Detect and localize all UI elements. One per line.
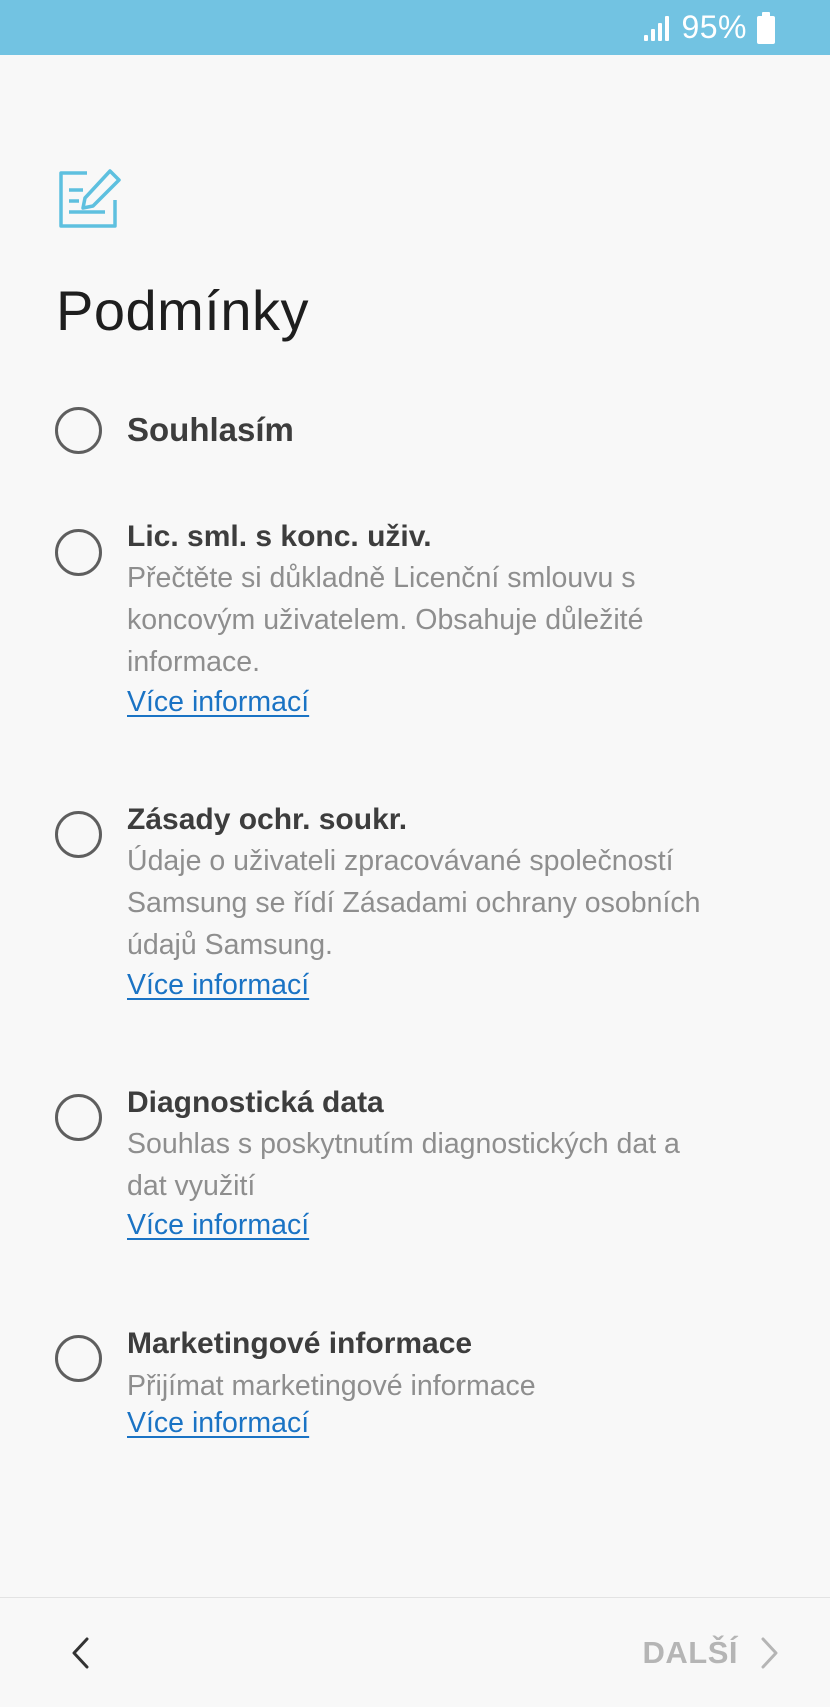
eula-title: Lic. sml. s konc. uživ. — [127, 520, 432, 553]
privacy-description: Údaje o uživateli zpracovávané společnos… — [127, 845, 701, 961]
privacy-more-info-link[interactable]: Více informací — [127, 969, 309, 1002]
marketing-radio[interactable] — [55, 1335, 102, 1382]
footer-divider — [0, 1597, 830, 1598]
next-label: DALŠÍ — [642, 1635, 738, 1670]
marketing-description: Přijímat marketingové informace — [127, 1370, 536, 1402]
marketing-title: Marketingové informace — [127, 1327, 473, 1360]
battery-percentage: 95% — [681, 9, 747, 45]
diagnostics-more-info-link[interactable]: Více informací — [127, 1209, 309, 1242]
battery-icon — [757, 11, 775, 44]
chevron-left-icon — [72, 1637, 89, 1669]
next-button[interactable]: DALŠÍ — [643, 1630, 781, 1676]
back-button[interactable] — [60, 1630, 100, 1676]
marketing-more-info-link[interactable]: Více informací — [127, 1407, 309, 1440]
diagnostics-radio[interactable] — [55, 1094, 102, 1141]
agree-all-label[interactable]: Souhlasím — [127, 411, 294, 449]
diagnostics-description: Souhlas s poskytnutím diagnostických dat… — [127, 1128, 680, 1202]
privacy-title: Zásady ochr. soukr. — [127, 803, 408, 836]
agree-all-radio[interactable] — [55, 407, 102, 454]
signal-icon — [644, 15, 670, 41]
privacy-radio[interactable] — [55, 811, 102, 858]
status-bar: 95% — [0, 0, 830, 55]
diagnostics-title: Diagnostická data — [127, 1086, 384, 1119]
terms-edit-icon — [59, 169, 121, 228]
eula-description: Přečtěte si důkladně Licenční smlouvu s … — [127, 562, 644, 678]
page-title: Podmínky — [56, 279, 309, 342]
chevron-right-icon — [761, 1637, 778, 1669]
eula-radio[interactable] — [55, 529, 102, 576]
eula-more-info-link[interactable]: Více informací — [127, 686, 309, 719]
